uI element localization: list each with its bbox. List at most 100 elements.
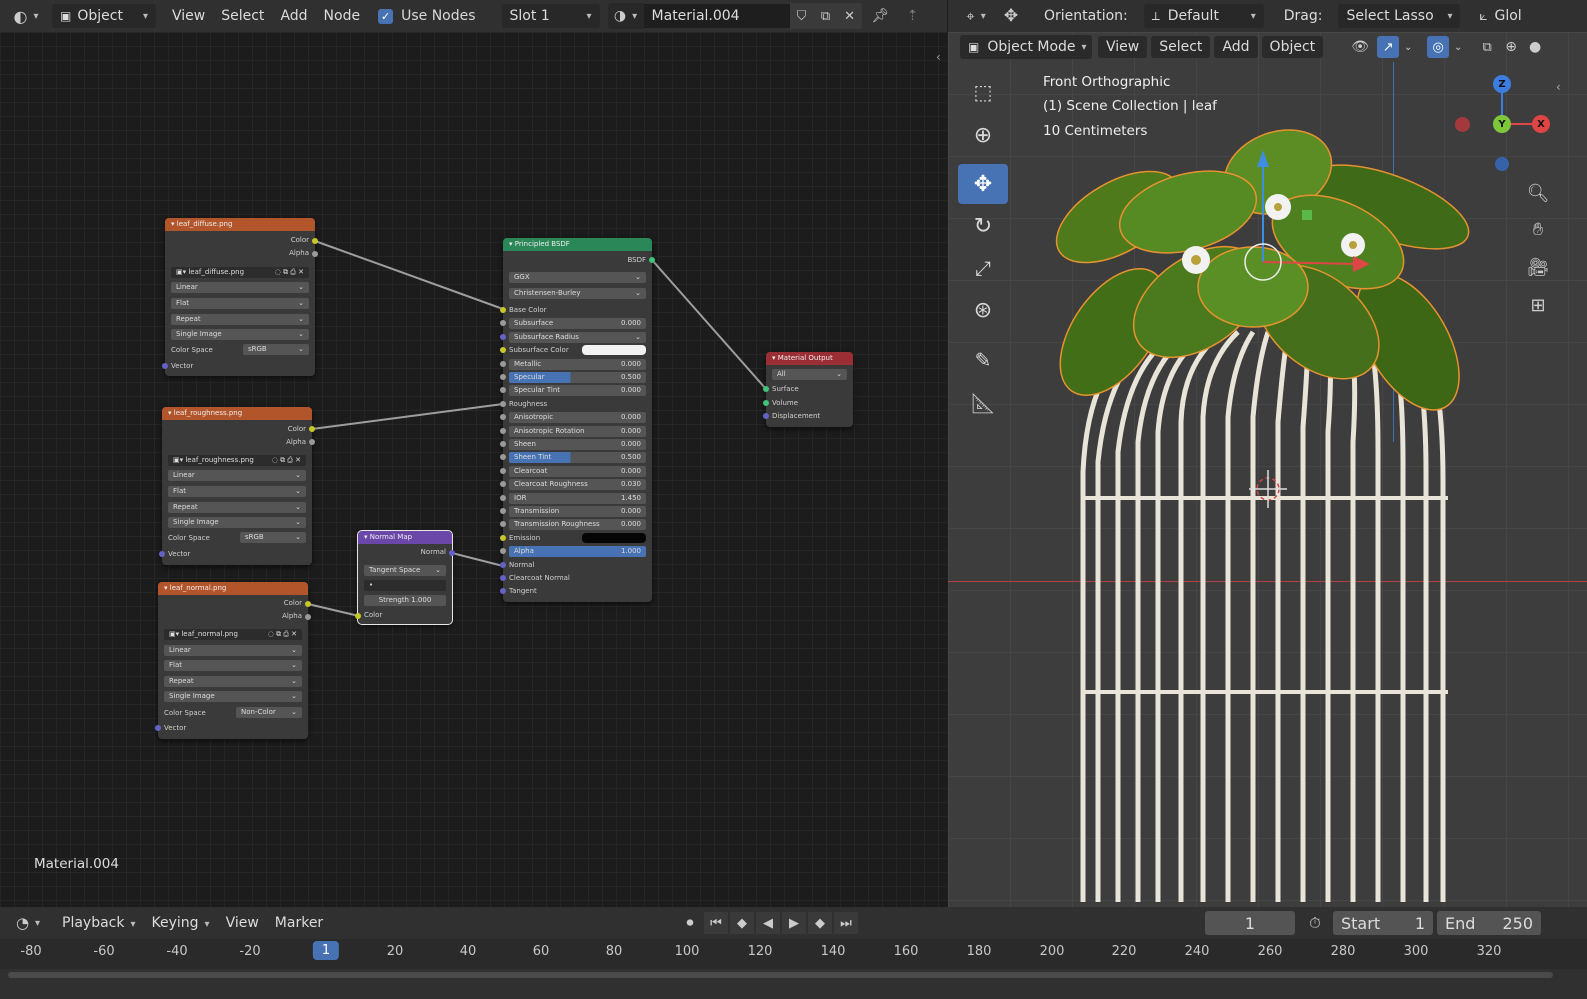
bsdf-value-field[interactable]: IOR 1.450 — [509, 492, 646, 504]
mode-dropdown[interactable]: ▣ Object ▾ — [52, 4, 156, 28]
gizmo-y-axis[interactable]: Y — [1493, 115, 1511, 133]
bsdf-input-socket[interactable] — [500, 588, 506, 595]
strength-field[interactable]: Strength 1.000 — [364, 595, 446, 606]
input-surface-socket[interactable] — [763, 386, 769, 392]
menu-add[interactable]: Add — [272, 5, 315, 27]
bsdf-input-socket[interactable] — [500, 508, 506, 514]
sidebar-toggle-icon[interactable]: ‹ — [936, 50, 941, 64]
bsdf-value-field[interactable]: Specular 0.500 — [509, 372, 646, 383]
transform-pivot-icon[interactable]: ⟀ — [1472, 3, 1494, 29]
3d-viewport[interactable]: ▣ Object Mode ▾ View Select Add Object 👁︎… — [948, 32, 1587, 907]
bsdf-input-socket[interactable] — [500, 333, 506, 340]
perspective-grid-icon[interactable]: ⊞ — [1523, 290, 1553, 320]
output-alpha-socket[interactable] — [305, 614, 311, 620]
menu-node[interactable]: Node — [316, 5, 369, 27]
play-reverse-icon[interactable]: ◀ — [756, 912, 780, 934]
timeline-menu-view[interactable]: View — [218, 912, 267, 934]
bsdf-input-socket[interactable] — [500, 494, 506, 501]
output-alpha-socket[interactable] — [312, 251, 318, 257]
gizmo-negative-x[interactable] — [1455, 117, 1470, 132]
node-header[interactable]: ▾ Normal Map — [358, 531, 452, 544]
viewport-editor-type-button[interactable]: ⌖ ▾ — [956, 3, 996, 29]
input-volume-socket[interactable] — [763, 400, 769, 406]
image-texture-node-diffuse[interactable]: ▾ leaf_diffuse.png Color Alpha ▣▾ leaf_d… — [162, 218, 318, 376]
jump-end-icon[interactable]: ⏭︎ — [834, 912, 858, 934]
timeline-menu-playback[interactable]: Playback ▾ — [54, 912, 144, 934]
input-vector-socket[interactable] — [162, 363, 168, 369]
menu-view[interactable]: View — [164, 5, 213, 27]
color-space-dropdown[interactable]: sRGB ⌄ — [240, 532, 306, 543]
drag-dropdown[interactable]: Select Lasso ▾ — [1338, 4, 1461, 28]
slot-dropdown[interactable]: Slot 1 ▾ — [501, 4, 600, 28]
extension-dropdown[interactable]: Repeat ⌄ — [168, 502, 306, 513]
material-name-field[interactable]: Material.004 — [643, 4, 790, 28]
move-tool-header-icon[interactable]: ✥ — [996, 3, 1026, 29]
play-icon[interactable]: ▶ — [782, 912, 806, 934]
next-keyframe-icon[interactable]: ◆ — [808, 912, 832, 934]
node-header[interactable]: ▾ Material Output — [766, 352, 853, 365]
viewport-sidebar-toggle-icon[interactable]: ‹ — [1556, 80, 1561, 94]
extension-dropdown[interactable]: Repeat ⌄ — [171, 314, 309, 325]
bsdf-input-socket[interactable] — [500, 360, 506, 367]
output-alpha-socket[interactable] — [309, 439, 315, 445]
bsdf-color-input[interactable]: Emission — [509, 532, 646, 544]
bsdf-input-socket[interactable] — [500, 307, 506, 313]
gizmo-negative-z[interactable] — [1495, 157, 1509, 171]
color-space-dropdown[interactable]: Non-Color ⌄ — [236, 707, 302, 718]
bsdf-value-field[interactable]: Sheen 0.000 — [509, 439, 646, 450]
start-frame-field[interactable]: Start 1 — [1333, 911, 1433, 935]
bsdf-value-field[interactable]: Metallic 0.000 — [509, 358, 646, 370]
bsdf-input-socket[interactable] — [500, 427, 506, 434]
node-header[interactable]: ▾ leaf_diffuse.png — [165, 218, 315, 231]
pan-hand-icon[interactable]: ✋︎ — [1523, 214, 1553, 244]
parent-node-tree-icon[interactable]: ⇡ — [900, 3, 926, 29]
node-header[interactable]: ▾ Principled BSDF — [503, 238, 652, 251]
bsdf-input-socket[interactable] — [500, 374, 506, 380]
source-dropdown[interactable]: Single Image ⌄ — [168, 517, 306, 528]
bsdf-value-field[interactable]: Clearcoat 0.000 — [509, 465, 646, 477]
node-header[interactable]: ▾ leaf_roughness.png — [162, 407, 312, 420]
bsdf-input-socket[interactable] — [500, 414, 506, 421]
image-selector[interactable]: ▣▾ leaf_diffuse.png ◌ ⧉ ⎙ ✕ — [171, 267, 309, 278]
input-color-socket[interactable] — [355, 613, 361, 619]
input-displacement-socket[interactable] — [763, 413, 769, 419]
projection-dropdown[interactable]: Flat ⌄ — [168, 486, 306, 497]
bsdf-value-field[interactable]: Specular Tint 0.000 — [509, 385, 646, 397]
principled-bsdf-node[interactable]: ▾ Principled BSDF BSDF GGX ⌄ Christensen-… — [500, 238, 655, 602]
output-normal-socket[interactable] — [449, 550, 455, 556]
timeline-editor-type-button[interactable]: ◔ ▾ — [8, 910, 48, 936]
color-space-dropdown[interactable]: sRGB ⌄ — [243, 344, 309, 355]
distribution-dropdown[interactable]: GGX ⌄ — [509, 272, 646, 283]
bsdf-value-field[interactable]: Sheen Tint 0.500 — [509, 452, 646, 464]
bsdf-dropdown-input[interactable]: Subsurface Radius ⌄ — [509, 331, 646, 343]
bsdf-input-socket[interactable] — [500, 521, 506, 528]
image-selector[interactable]: ▣▾ leaf_normal.png ◌ ⧉ ⎙ ✕ — [164, 629, 302, 640]
record-icon[interactable]: ⏺︎ — [678, 912, 702, 934]
source-dropdown[interactable]: Single Image ⌄ — [171, 329, 309, 340]
current-frame-field[interactable]: 1 — [1205, 911, 1295, 935]
bsdf-color-input[interactable]: Subsurface Color — [509, 344, 646, 356]
output-bsdf-socket[interactable] — [649, 257, 655, 263]
image-texture-node-roughness[interactable]: ▾ leaf_roughness.png Color Alpha ▣▾ leaf… — [159, 407, 315, 565]
end-frame-field[interactable]: End 250 — [1437, 911, 1541, 935]
bsdf-value-field[interactable]: Transmission 0.000 — [509, 506, 646, 517]
bsdf-value-field[interactable]: Anisotropic 0.000 — [509, 412, 646, 424]
output-color-socket[interactable] — [305, 601, 311, 607]
output-color-socket[interactable] — [312, 238, 318, 244]
duplicate-material-icon[interactable]: ⧉ — [813, 3, 838, 29]
source-dropdown[interactable]: Single Image ⌄ — [164, 691, 302, 702]
bsdf-input-socket[interactable] — [500, 575, 506, 581]
target-dropdown[interactable]: All ⌄ — [772, 369, 847, 380]
bsdf-value-field[interactable]: Alpha 1.000 — [509, 546, 646, 558]
bsdf-input-socket[interactable] — [500, 467, 506, 474]
bsdf-input-socket[interactable] — [500, 347, 506, 354]
color-swatch[interactable] — [582, 532, 646, 543]
frame-ruler[interactable]: -80 -60 -40 -20 1 20 40 60 80 100 120 14… — [0, 939, 1587, 969]
timeline-menu-marker[interactable]: Marker — [267, 912, 331, 934]
gizmo-z-axis[interactable]: Z — [1493, 75, 1511, 93]
bsdf-value-field[interactable]: Clearcoat Roughness 0.030 — [509, 479, 646, 491]
bsdf-value-field[interactable]: Transmission Roughness 0.000 — [509, 519, 646, 531]
bsdf-input-socket[interactable] — [500, 454, 506, 461]
camera-view-icon[interactable]: 🎥︎ — [1523, 252, 1553, 282]
fake-user-shield-icon[interactable]: ⛉ — [789, 3, 814, 29]
